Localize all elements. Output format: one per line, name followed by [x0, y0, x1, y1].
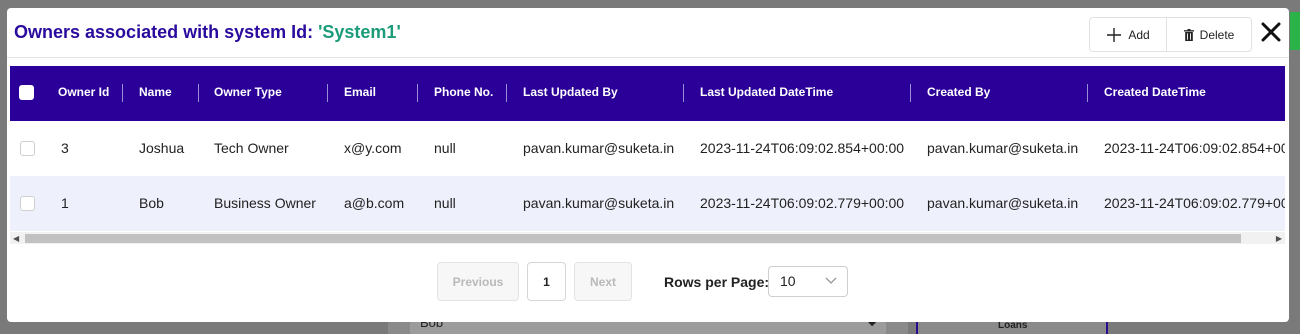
- chevron-down-icon: [825, 277, 837, 284]
- owners-table: Owner Id Name Owner Type Email Phone No.…: [10, 66, 1285, 244]
- row-checkbox[interactable]: [20, 141, 35, 156]
- cell-owner-id: 3: [61, 140, 69, 156]
- background-green-button: [1290, 12, 1300, 50]
- previous-page-button[interactable]: Previous: [437, 262, 519, 301]
- column-separator: [506, 84, 507, 102]
- cell-last-updated-by: pavan.kumar@suketa.in: [523, 140, 675, 156]
- cell-email: x@y.com: [344, 140, 402, 156]
- next-page-button[interactable]: Next: [574, 262, 632, 301]
- page-number-button[interactable]: 1: [527, 262, 566, 301]
- close-icon: [1261, 22, 1281, 42]
- cell-created-by: pavan.kumar@suketa.in: [927, 140, 1079, 156]
- add-button-label: Add: [1128, 27, 1150, 42]
- system-id: 'System1': [318, 22, 401, 42]
- column-header-phone[interactable]: Phone No.: [434, 66, 493, 121]
- modal-title-prefix: Owners associated with system Id:: [14, 22, 319, 42]
- modal-title: Owners associated with system Id: 'Syste…: [14, 22, 401, 43]
- column-separator: [198, 84, 199, 102]
- rows-per-page-label: Rows per Page:: [664, 274, 770, 290]
- column-separator: [122, 84, 123, 102]
- cell-email: a@b.com: [344, 195, 405, 211]
- cell-phone: null: [434, 140, 456, 156]
- column-header-name[interactable]: Name: [139, 66, 172, 121]
- cell-last-updated-by: pavan.kumar@suketa.in: [523, 195, 675, 211]
- row-checkbox[interactable]: [20, 196, 35, 211]
- column-header-created-by[interactable]: Created By: [927, 66, 990, 121]
- cell-last-updated-datetime: 2023-11-24T06:09:02.854+00:00: [700, 140, 905, 156]
- column-header-created-datetime[interactable]: Created DateTime: [1104, 66, 1206, 121]
- close-button[interactable]: [1259, 20, 1283, 44]
- column-separator: [417, 84, 418, 102]
- cell-owner-id: 1: [61, 195, 69, 211]
- column-header-last-updated-by[interactable]: Last Updated By: [523, 66, 618, 121]
- select-all-checkbox[interactable]: [19, 85, 34, 100]
- column-separator: [1087, 84, 1088, 102]
- horizontal-scrollbar[interactable]: ◀ ▶: [10, 232, 1285, 244]
- scroll-left-icon[interactable]: ◀: [13, 234, 19, 243]
- column-header-last-updated-datetime[interactable]: Last Updated DateTime: [700, 66, 833, 121]
- plus-icon: [1107, 27, 1122, 42]
- cell-created-datetime: 2023-11-24T06:09:02.779+00:00: [1104, 195, 1285, 211]
- table-header: Owner Id Name Owner Type Email Phone No.…: [10, 66, 1285, 121]
- column-header-owner-id[interactable]: Owner Id: [58, 66, 109, 121]
- cell-name: Bob: [139, 195, 164, 211]
- rows-per-page-select[interactable]: 10: [768, 266, 848, 297]
- trash-icon: [1183, 28, 1194, 41]
- delete-button-label: Delete: [1199, 27, 1235, 42]
- action-button-group: Add Delete: [1089, 17, 1252, 52]
- scroll-right-icon[interactable]: ▶: [1276, 234, 1282, 243]
- add-button[interactable]: Add: [1090, 18, 1167, 51]
- owners-modal: Owners associated with system Id: 'Syste…: [7, 8, 1289, 322]
- delete-button[interactable]: Delete: [1167, 18, 1251, 51]
- scrollbar-thumb[interactable]: [25, 234, 1241, 243]
- cell-phone: null: [434, 195, 456, 211]
- cell-created-by: pavan.kumar@suketa.in: [927, 195, 1079, 211]
- table-row[interactable]: 3 Joshua Tech Owner x@y.com null pavan.k…: [10, 121, 1285, 176]
- table-row[interactable]: 1 Bob Business Owner a@b.com null pavan.…: [10, 176, 1285, 231]
- cell-owner-type: Business Owner: [214, 195, 316, 211]
- column-separator: [683, 84, 684, 102]
- rows-per-page-value: 10: [780, 273, 796, 289]
- column-separator: [327, 84, 328, 102]
- modal-header: Owners associated with system Id: 'Syste…: [7, 8, 1289, 58]
- column-header-owner-type[interactable]: Owner Type: [214, 66, 282, 121]
- column-separator: [910, 84, 911, 102]
- cell-last-updated-datetime: 2023-11-24T06:09:02.779+00:00: [700, 195, 905, 211]
- cell-created-datetime: 2023-11-24T06:09:02.854+00:00: [1104, 140, 1285, 156]
- column-header-email[interactable]: Email: [344, 66, 376, 121]
- cell-owner-type: Tech Owner: [214, 140, 289, 156]
- cell-name: Joshua: [139, 140, 185, 156]
